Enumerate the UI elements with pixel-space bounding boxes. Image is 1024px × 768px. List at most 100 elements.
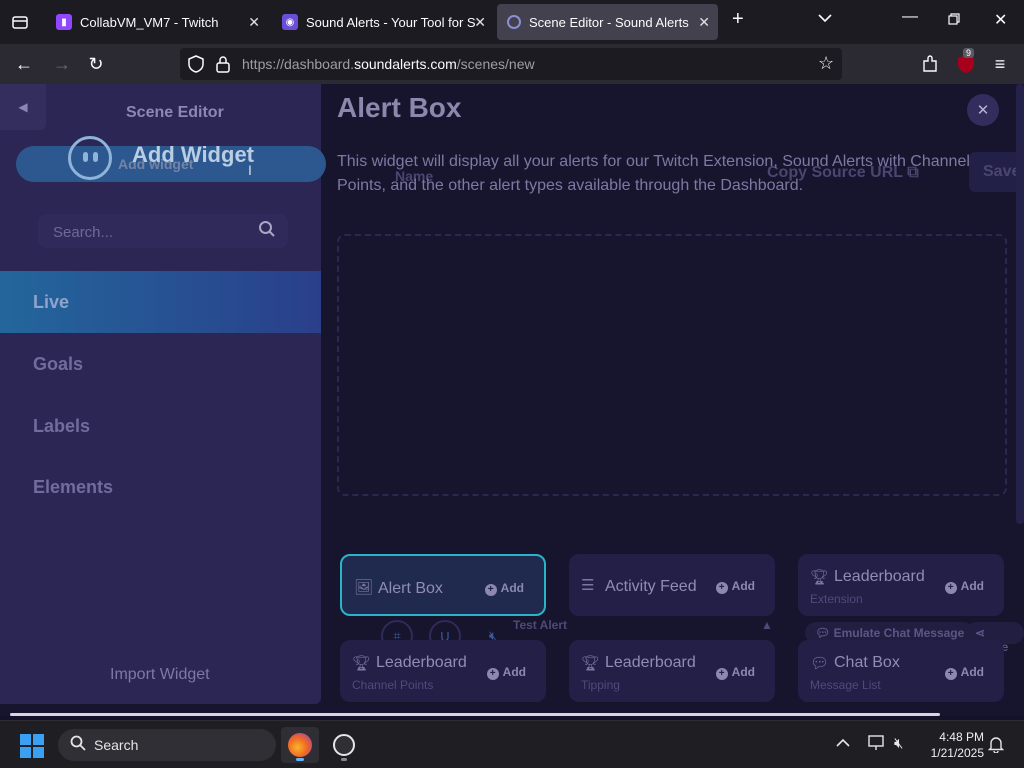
- widget-card-alert-box[interactable]: 🖼︎ Alert Box + Add: [340, 554, 546, 616]
- volume-muted-icon[interactable]: 🔇︎: [894, 735, 903, 752]
- caret-left-icon: ◀: [18, 100, 28, 114]
- widget-name: Leaderboard: [376, 654, 467, 671]
- url-bar[interactable]: https://dashboard.soundalerts.com/scenes…: [180, 48, 842, 80]
- taskbar-search-box[interactable]: Search: [58, 729, 276, 761]
- plus-icon: +: [944, 668, 957, 680]
- browser-tab-bar: ▮ CollabVM_VM7 - Twitch ✕ ◉ Sound Alerts…: [0, 0, 1024, 44]
- close-window-icon[interactable]: ✕: [994, 10, 1007, 30]
- windows-taskbar: Search 🔇︎ 4:48 PM 1/21/2025: [0, 720, 1024, 768]
- list-all-tabs-icon[interactable]: [818, 10, 832, 28]
- obs-icon: [333, 734, 355, 756]
- minimize-icon[interactable]: —: [902, 8, 918, 26]
- tab-list-icon: [12, 16, 28, 29]
- widget-search-input[interactable]: Search...: [38, 214, 288, 248]
- add-widget-heading: Add Widget: [132, 142, 254, 167]
- notification-bell-icon[interactable]: [987, 735, 1005, 757]
- trophy-icon: 🏆︎: [810, 569, 830, 586]
- chevron-up-icon[interactable]: [836, 735, 850, 752]
- reload-icon[interactable]: ↻: [84, 52, 108, 76]
- test-alert-select[interactable]: Test Alert: [513, 618, 567, 632]
- extensions-icon[interactable]: [918, 52, 942, 76]
- add-widget-button[interactable]: + Add: [484, 581, 524, 596]
- collapse-sidebar-button[interactable]: ◀: [0, 84, 46, 130]
- tab-title: Sound Alerts - Your Tool for Stre: [306, 14, 476, 30]
- close-icon: ✕: [976, 102, 990, 119]
- tab-sound-alerts[interactable]: ◉ Sound Alerts - Your Tool for Stre ✕: [272, 4, 494, 40]
- widget-card-leaderboard-extension[interactable]: 🏆︎ Leaderboard Extension + Add: [798, 554, 1004, 616]
- menu-icon[interactable]: ≡: [988, 52, 1012, 76]
- plus-icon: +: [715, 668, 728, 680]
- plus-icon: +: [484, 584, 497, 596]
- close-panel-button[interactable]: ✕: [967, 94, 999, 126]
- extension-badge: 9: [963, 48, 975, 58]
- close-tab-icon[interactable]: ✕: [248, 14, 260, 31]
- restore-icon[interactable]: [948, 12, 960, 30]
- clock-time: 4:48 PM: [939, 730, 984, 744]
- windows-start-icon[interactable]: [20, 734, 44, 758]
- bookmark-star-icon[interactable]: ☆: [818, 53, 834, 74]
- twitch-icon: ▮: [56, 14, 72, 30]
- tab-list-button[interactable]: [4, 6, 36, 38]
- network-icon[interactable]: [868, 735, 886, 755]
- widget-name: Chat Box: [834, 654, 900, 671]
- widget-subtitle: Message List: [810, 678, 881, 692]
- category-goals[interactable]: Goals: [0, 333, 321, 395]
- widget-card-chat-box[interactable]: 💬︎ Chat Box Message List + Add: [798, 640, 1004, 702]
- chat-icon: 💬︎: [810, 655, 830, 672]
- add-widget-button[interactable]: + Add: [715, 665, 755, 680]
- close-tab-icon[interactable]: ✕: [474, 14, 486, 31]
- horizontal-scrollbar[interactable]: [10, 713, 940, 716]
- plus-icon: +: [944, 582, 957, 594]
- category-labels[interactable]: Labels: [0, 395, 321, 457]
- vertical-scrollbar[interactable]: [1016, 84, 1024, 524]
- widget-subtitle: Extension: [810, 592, 863, 606]
- url-text[interactable]: https://dashboard.soundalerts.com/scenes…: [242, 56, 535, 72]
- widget-card-leaderboard-channel-points[interactable]: 🏆︎ Leaderboard Channel Points + Add: [340, 640, 546, 702]
- widget-preview-area: [337, 234, 1007, 496]
- category-elements[interactable]: Elements: [0, 456, 321, 518]
- forward-icon[interactable]: →: [50, 52, 74, 76]
- widget-name: Alert Box: [378, 580, 443, 597]
- panel-description: This widget will display all your alerts…: [337, 153, 970, 194]
- widget-name: Activity Feed: [605, 578, 697, 595]
- lock-icon[interactable]: [216, 55, 230, 78]
- list-icon: ☰: [581, 577, 595, 594]
- image-icon: 🖼︎: [354, 579, 374, 596]
- trophy-icon: 🏆︎: [581, 655, 601, 672]
- panel-title: Alert Box: [337, 92, 462, 123]
- plus-icon: +: [715, 582, 728, 594]
- widget-robot-icon: [68, 136, 112, 180]
- widget-card-leaderboard-tipping[interactable]: 🏆︎ Leaderboard Tipping + Add: [569, 640, 775, 702]
- category-live[interactable]: Live: [0, 271, 321, 333]
- ublock-icon[interactable]: 9: [954, 48, 978, 76]
- browser-nav-bar: ← → ↻ https://dashboard.soundalerts.com/…: [0, 44, 1024, 84]
- share-icon: ⋖: [975, 626, 986, 640]
- taskbar-obs[interactable]: [325, 727, 363, 763]
- widget-name: Leaderboard: [834, 568, 925, 585]
- import-widget-button[interactable]: Import Widget: [110, 666, 210, 684]
- tab-title: Scene Editor - Sound Alerts: [529, 14, 689, 30]
- text-cursor-icon: I: [248, 162, 252, 178]
- sidebar-title: Scene Editor: [126, 104, 224, 121]
- add-widget-button[interactable]: + Add: [715, 579, 755, 594]
- add-widget-button[interactable]: + Add: [944, 579, 984, 594]
- widget-subtitle: Tipping: [581, 678, 620, 692]
- shield-icon[interactable]: [188, 55, 204, 78]
- search-icon[interactable]: [258, 220, 276, 243]
- new-tab-icon[interactable]: +: [732, 8, 744, 31]
- widget-card-activity-feed[interactable]: ☰ Activity Feed + Add: [569, 554, 775, 616]
- page-content: Name Copy Source URL ⧉ Save Alert Box ✕ …: [0, 84, 1024, 716]
- widget-sidebar: ◀ Scene Editor Add widget Add Widget I S…: [0, 84, 326, 704]
- taskbar-firefox[interactable]: [281, 727, 319, 763]
- taskbar-clock[interactable]: 4:48 PM 1/21/2025: [920, 729, 984, 761]
- trophy-icon: 🏆︎: [352, 655, 372, 672]
- chevron-up-icon[interactable]: ▲: [761, 618, 773, 632]
- plus-icon: +: [486, 668, 499, 680]
- tab-twitch[interactable]: ▮ CollabVM_VM7 - Twitch ✕: [46, 4, 268, 40]
- add-widget-button[interactable]: + Add: [486, 665, 526, 680]
- tab-scene-editor[interactable]: Scene Editor - Sound Alerts ✕: [497, 4, 718, 40]
- add-widget-button[interactable]: + Add: [944, 665, 984, 680]
- widget-name: Leaderboard: [605, 654, 696, 671]
- back-icon[interactable]: ←: [12, 52, 36, 76]
- close-tab-icon[interactable]: ✕: [698, 14, 710, 31]
